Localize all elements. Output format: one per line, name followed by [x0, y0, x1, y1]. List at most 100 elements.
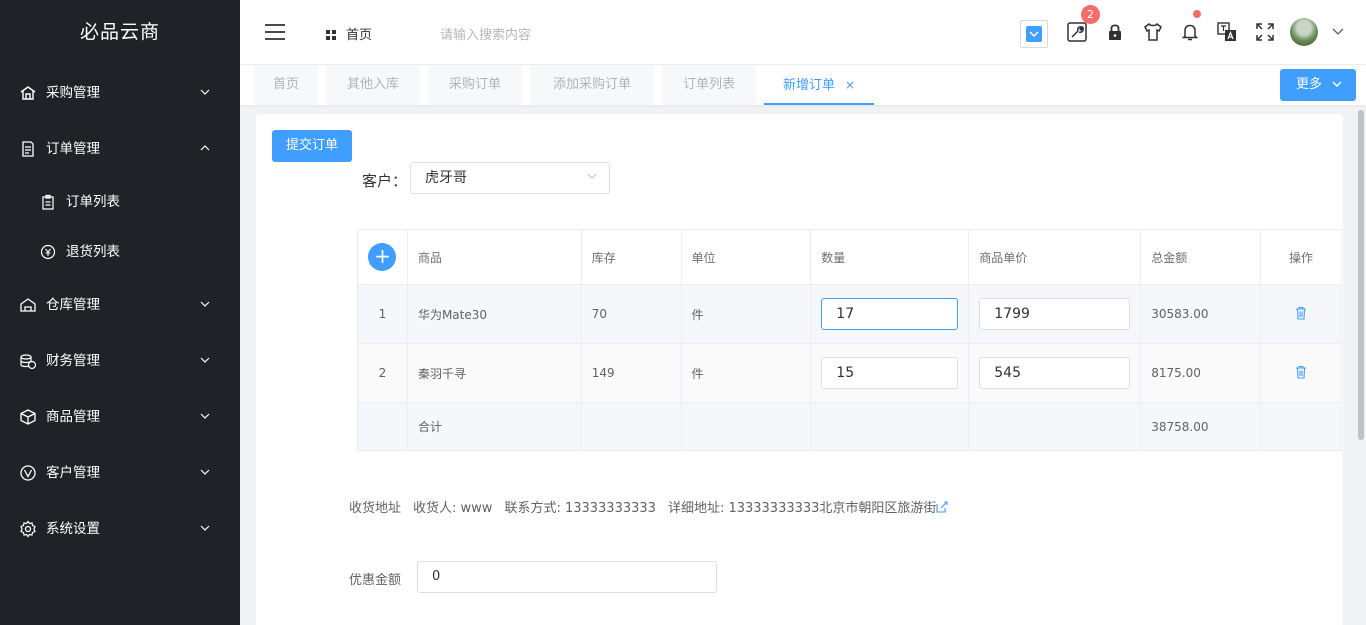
- chevron-down-icon: [200, 357, 210, 363]
- column-header: 商品: [406, 229, 582, 285]
- trash-icon[interactable]: [1295, 306, 1307, 320]
- box-icon: [20, 409, 36, 425]
- quantity-input[interactable]: 15: [821, 357, 959, 389]
- discount-label: 优惠金额: [349, 573, 402, 588]
- finance-icon: [20, 354, 37, 370]
- summary-empty-cell: [357, 402, 408, 451]
- submit-order-button[interactable]: 提交订单: [272, 130, 352, 162]
- action-cell: [1260, 284, 1342, 344]
- address-text: 详细地址: 13333333333北京市朝阳区旅游街: [667, 501, 937, 516]
- shirt-icon[interactable]: [1142, 21, 1164, 43]
- sidebar-subitem-order-list[interactable]: 订单列表: [0, 177, 240, 227]
- product-cell: 秦羽千寻: [406, 343, 582, 403]
- unit-cell: 件: [680, 284, 812, 344]
- translate-icon[interactable]: [1216, 21, 1238, 43]
- sidebar-subitem-return-list[interactable]: 退货列表: [0, 227, 240, 277]
- trash-icon[interactable]: [1295, 365, 1307, 379]
- chevron-down-icon: [200, 301, 210, 307]
- tab-other-inbound[interactable]: 其他入库: [326, 65, 420, 105]
- quantity-input[interactable]: 17: [821, 298, 959, 330]
- summary-empty-cell: [580, 402, 682, 451]
- summary-empty-cell: [810, 402, 970, 451]
- tab-new-order-label: 新增订单: [782, 78, 835, 93]
- stock-cell: 149: [580, 343, 682, 403]
- page-scrollbar[interactable]: [1358, 110, 1364, 440]
- sidebar-subitem-label: 退货列表: [66, 244, 120, 260]
- price-input[interactable]: 1799: [979, 298, 1131, 330]
- chevron-down-icon: [1029, 31, 1039, 38]
- price-input[interactable]: 545: [979, 357, 1131, 389]
- fullscreen-icon[interactable]: [1254, 21, 1276, 43]
- tab-bar: 首页 其他入库 采购订单 添加采购订单 订单列表 新增订单 × 更多: [240, 65, 1366, 105]
- summary-empty-cell: [680, 402, 812, 451]
- grid-icon: [326, 30, 336, 40]
- chevron-up-icon: [200, 145, 210, 151]
- building-icon: [20, 86, 36, 100]
- sidebar-item-label: 采购管理: [46, 85, 100, 101]
- clipboard-icon: [42, 194, 54, 210]
- top-header: 首页 请输入搜索内容 2: [240, 0, 1366, 65]
- sidebar-item-warehouse[interactable]: 仓库管理: [0, 277, 240, 333]
- quantity-cell: 17: [810, 284, 970, 344]
- tab-order-list[interactable]: 订单列表: [662, 65, 756, 105]
- summary-row: 合计 38758.00: [357, 402, 1342, 451]
- sidebar-item-customers[interactable]: 客户管理: [0, 445, 240, 501]
- tab-new-order[interactable]: 新增订单 ×: [764, 65, 874, 105]
- sidebar: 必品云商 采购管理 订单管理 订单列表 退货列表 仓库管理 财务管理 商品管理 …: [0, 0, 240, 625]
- summary-total: 38758.00: [1140, 402, 1262, 451]
- sidebar-item-purchase[interactable]: 采购管理: [0, 65, 240, 121]
- wrench-icon[interactable]: [1066, 21, 1088, 43]
- notification-count-badge: 2: [1081, 5, 1100, 24]
- row-index: 2: [357, 343, 408, 403]
- discount-input[interactable]: 0: [417, 561, 717, 593]
- column-header: 数量: [810, 229, 970, 285]
- bell-icon[interactable]: [1179, 21, 1201, 43]
- gear-icon: [20, 520, 36, 538]
- row-index: 1: [357, 284, 408, 344]
- edit-icon[interactable]: [936, 501, 948, 513]
- tab-home[interactable]: 首页: [254, 65, 318, 105]
- more-button[interactable]: 更多: [1280, 69, 1356, 101]
- notification-dot: [1193, 10, 1201, 18]
- lock-icon[interactable]: [1104, 21, 1126, 43]
- add-row-cell: +: [357, 229, 408, 285]
- breadcrumb-home[interactable]: 首页: [326, 24, 372, 43]
- quantity-cell: 15: [810, 343, 970, 403]
- chevron-down-icon: [200, 89, 210, 95]
- sidebar-subitem-label: 订单列表: [66, 194, 120, 210]
- column-header: 商品单价: [968, 229, 1142, 285]
- sidebar-item-label: 订单管理: [46, 141, 100, 157]
- dropdown-box-icon: [1026, 26, 1042, 42]
- column-header: 库存: [580, 229, 682, 285]
- chevron-down-icon[interactable]: [1332, 28, 1344, 36]
- user-avatar[interactable]: [1290, 18, 1318, 46]
- chevron-down-icon: [200, 469, 210, 475]
- sidebar-item-products[interactable]: 商品管理: [0, 389, 240, 445]
- shipping-label: 收货地址: [349, 501, 402, 516]
- tab-add-purchase-order[interactable]: 添加采购订单: [530, 65, 654, 105]
- customer-label: 客户：: [362, 172, 408, 190]
- tab-purchase-orders[interactable]: 采购订单: [428, 65, 522, 105]
- summary-empty-cell: [968, 402, 1142, 451]
- search-input[interactable]: 请输入搜索内容: [440, 24, 531, 43]
- coin-icon: [40, 244, 56, 260]
- customer-select-value: 虎牙哥: [425, 170, 467, 186]
- close-icon[interactable]: ×: [845, 65, 855, 105]
- unit-cell: 件: [680, 343, 812, 403]
- customer-select[interactable]: 虎牙哥: [410, 162, 610, 194]
- sidebar-item-settings[interactable]: 系统设置: [0, 501, 240, 557]
- total-cell: 30583.00: [1140, 284, 1262, 344]
- price-cell: 545: [968, 343, 1142, 403]
- sidebar-item-finance[interactable]: 财务管理: [0, 333, 240, 389]
- dropdown-toggle-button[interactable]: [1020, 20, 1048, 48]
- add-row-button[interactable]: +: [368, 243, 397, 271]
- warehouse-icon: [20, 298, 36, 312]
- summary-label: 合计: [406, 402, 582, 451]
- table-row: 2 秦羽千寻 149 件 15 545 8175.00: [357, 343, 1342, 403]
- table-row: 1 华为Mate30 70 件 17 1799 30583.00: [357, 284, 1342, 344]
- product-cell: 华为Mate30: [406, 284, 582, 344]
- hamburger-menu-icon[interactable]: [265, 24, 285, 40]
- sidebar-item-orders[interactable]: 订单管理: [0, 121, 240, 177]
- document-icon: [22, 141, 34, 157]
- total-cell: 8175.00: [1140, 343, 1262, 403]
